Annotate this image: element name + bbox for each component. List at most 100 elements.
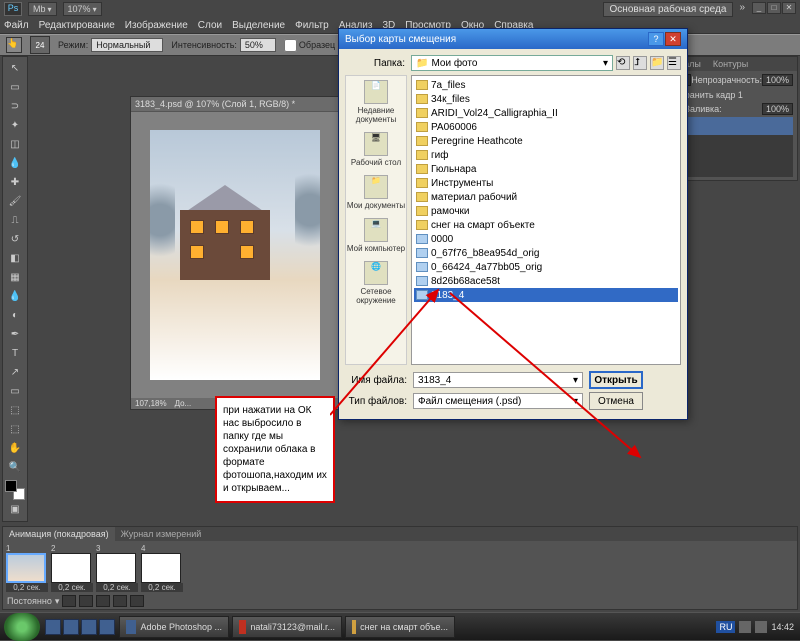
list-item[interactable]: материал рабочий: [414, 190, 678, 204]
intensity-input[interactable]: 50%: [240, 38, 276, 52]
taskbar-app-browser[interactable]: natali73123@mail.r...: [232, 616, 342, 638]
list-item[interactable]: 34к_files: [414, 92, 678, 106]
start-button[interactable]: [4, 613, 40, 641]
marquee-tool[interactable]: ▭: [5, 78, 25, 96]
window-buttons[interactable]: _□✕: [751, 2, 796, 17]
list-item[interactable]: ARIDI_Vol24_Calligraphia_II: [414, 106, 678, 120]
wand-tool[interactable]: ✦: [5, 116, 25, 134]
workspace-switcher[interactable]: Основная рабочая среда: [603, 2, 734, 17]
opacity-value[interactable]: 100%: [762, 74, 793, 86]
list-item[interactable]: 0000: [414, 232, 678, 246]
menu-filter[interactable]: Фильтр: [295, 20, 329, 31]
up-icon[interactable]: ⮥: [633, 56, 647, 70]
view-menu-icon[interactable]: ☰: [667, 56, 681, 70]
frame-2[interactable]: 20,2 сек.: [51, 544, 93, 592]
menu-layers[interactable]: Слои: [198, 20, 222, 31]
hand-tool[interactable]: ✋: [5, 439, 25, 457]
color-swatches[interactable]: [5, 480, 25, 500]
back-icon[interactable]: ⟲: [616, 56, 630, 70]
tab-animation[interactable]: Анимация (покадровая): [3, 527, 115, 541]
fill-value[interactable]: 100%: [762, 103, 793, 115]
quicklaunch-icon[interactable]: [99, 619, 115, 635]
dialog-help-icon[interactable]: ?: [648, 32, 664, 46]
place-recent[interactable]: 📄Недавние документы: [346, 80, 406, 124]
sample-all-layers-checkbox[interactable]: [284, 39, 297, 52]
dodge-tool[interactable]: ◐: [5, 306, 25, 324]
folder-combo[interactable]: 📁 Мои фото▾: [411, 55, 613, 71]
place-desktop[interactable]: 🖥Рабочий стол: [351, 132, 401, 167]
tab-paths[interactable]: Контуры: [707, 57, 754, 71]
tab-measurement-log[interactable]: Журнал измерений: [115, 527, 208, 541]
crop-tool[interactable]: ◫: [5, 135, 25, 153]
dialog-close-icon[interactable]: ✕: [665, 32, 681, 46]
gradient-tool[interactable]: ▦: [5, 268, 25, 286]
shape-tool[interactable]: ▭: [5, 382, 25, 400]
list-item-selected[interactable]: 3183_4: [414, 288, 678, 302]
blur-tool[interactable]: 💧: [5, 287, 25, 305]
open-button[interactable]: Открыть: [589, 371, 643, 389]
zoom-tool[interactable]: 🔍: [5, 458, 25, 476]
list-item[interactable]: 0_67f76_b8ea954d_orig: [414, 246, 678, 260]
list-item[interactable]: снег на смарт объекте: [414, 218, 678, 232]
menu-select[interactable]: Выделение: [232, 20, 285, 31]
loop-dropdown[interactable]: Постоянно: [7, 596, 52, 606]
list-item[interactable]: Инструменты: [414, 176, 678, 190]
healing-tool[interactable]: ✚: [5, 173, 25, 191]
type-tool[interactable]: T: [5, 344, 25, 362]
brush-tool[interactable]: 🖌: [5, 192, 25, 210]
list-item[interactable]: 7a_files: [414, 78, 678, 92]
3d-tool[interactable]: ⬚: [5, 401, 25, 419]
document-title[interactable]: 3183_4.psd @ 107% (Слой 1, RGB/8) *: [131, 97, 339, 112]
list-item[interactable]: Гюльнара: [414, 162, 678, 176]
history-brush-tool[interactable]: ↺: [5, 230, 25, 248]
list-item[interactable]: PA060006: [414, 120, 678, 134]
file-list[interactable]: 7a_files 34к_files ARIDI_Vol24_Calligrap…: [411, 75, 681, 365]
zoom-dropdown[interactable]: 107%▾: [63, 2, 102, 16]
status-doc-info[interactable]: До...: [175, 399, 192, 408]
path-tool[interactable]: ↗: [5, 363, 25, 381]
list-item[interactable]: 0_66424_4a77bb05_orig: [414, 260, 678, 274]
menu-image[interactable]: Изображение: [125, 20, 188, 31]
eyedropper-tool[interactable]: 💧: [5, 154, 25, 172]
prev-frame-button[interactable]: [79, 595, 93, 607]
language-indicator[interactable]: RU: [716, 621, 735, 633]
last-frame-button[interactable]: [130, 595, 144, 607]
taskbar-app-folder[interactable]: снег на смарт объе...: [345, 616, 455, 638]
frame-4[interactable]: 40,2 сек.: [141, 544, 183, 592]
blend-mode-select[interactable]: Нормальный: [91, 38, 163, 52]
place-mydocs[interactable]: 📁Мои документы: [347, 175, 405, 210]
list-item[interactable]: рамочки: [414, 204, 678, 218]
next-frame-button[interactable]: [113, 595, 127, 607]
frame-3[interactable]: 30,2 сек.: [96, 544, 138, 592]
dialog-titlebar[interactable]: Выбор карты смещения ?✕: [339, 29, 687, 49]
brush-preset-picker[interactable]: 24: [30, 36, 50, 54]
status-zoom[interactable]: 107,18%: [135, 399, 167, 408]
filetype-select[interactable]: Файл смещения (.psd)▾: [413, 393, 583, 409]
frame-1[interactable]: 10,2 сек.: [6, 544, 48, 592]
system-tray[interactable]: RU 14:42: [710, 621, 800, 633]
list-item[interactable]: гиф: [414, 148, 678, 162]
list-item[interactable]: 8d26b68ace58t: [414, 274, 678, 288]
place-network[interactable]: 🌐Сетевое окружение: [346, 261, 406, 305]
stamp-tool[interactable]: ⎍: [5, 211, 25, 229]
new-folder-icon[interactable]: 📁: [650, 56, 664, 70]
current-tool-icon[interactable]: 👆: [6, 37, 22, 53]
pen-tool[interactable]: ✒: [5, 325, 25, 343]
menu-file[interactable]: Файл: [4, 20, 29, 31]
filename-input[interactable]: 3183_4▾: [413, 372, 583, 388]
list-item[interactable]: Peregrine Heathcote: [414, 134, 678, 148]
3d-camera-tool[interactable]: ⬚: [5, 420, 25, 438]
taskbar-app-photoshop[interactable]: Adobe Photoshop ...: [119, 616, 229, 638]
tray-icon[interactable]: [739, 621, 751, 633]
eraser-tool[interactable]: ◧: [5, 249, 25, 267]
first-frame-button[interactable]: [62, 595, 76, 607]
lasso-tool[interactable]: ⊃: [5, 97, 25, 115]
move-tool[interactable]: ↖: [5, 59, 25, 77]
quicklaunch-icon[interactable]: [81, 619, 97, 635]
quickmask-toggle[interactable]: ▣: [5, 500, 25, 518]
play-button[interactable]: [96, 595, 110, 607]
menu-edit[interactable]: Редактирование: [39, 20, 115, 31]
tray-icon[interactable]: [755, 621, 767, 633]
document-canvas[interactable]: [150, 130, 320, 380]
place-mycomputer[interactable]: 💻Мой компьютер: [347, 218, 405, 253]
